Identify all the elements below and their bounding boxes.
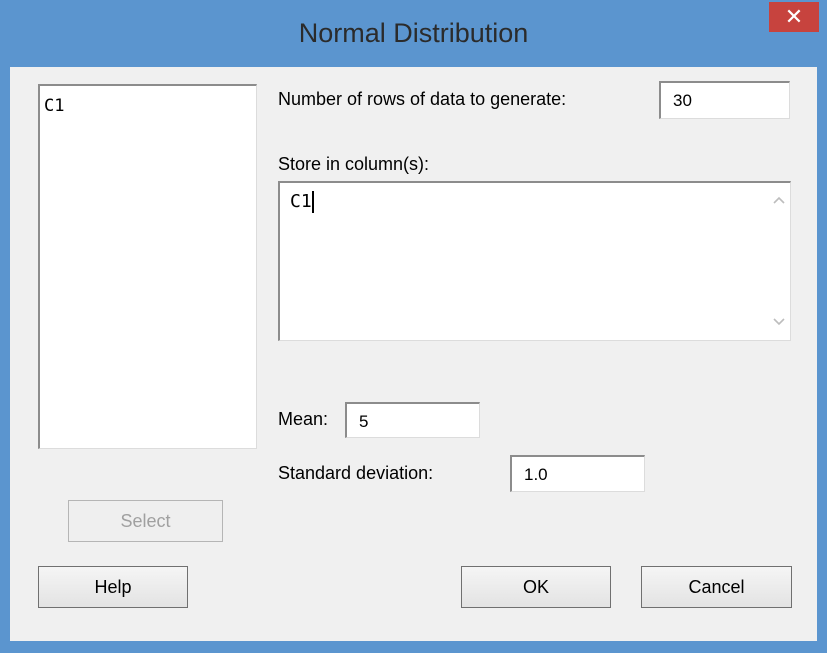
dialog-title: Normal Distribution <box>298 18 529 48</box>
rows-input[interactable]: 30 <box>659 81 790 119</box>
mean-input[interactable]: 5 <box>345 402 480 438</box>
close-button[interactable]: ✕ <box>769 2 819 32</box>
help-button[interactable]: Help <box>38 566 188 608</box>
title-bar[interactable]: Normal Distribution ✕ <box>0 0 827 67</box>
store-columns-input[interactable]: C1 <box>278 181 791 341</box>
dialog-body: C1 Number of rows of data to generate: 3… <box>10 67 817 641</box>
store-scrollbar[interactable] <box>768 183 790 340</box>
variable-list[interactable]: C1 <box>38 84 257 449</box>
chevron-down-icon[interactable] <box>768 311 790 333</box>
text-cursor <box>312 191 314 213</box>
stdev-input[interactable]: 1.0 <box>510 455 645 492</box>
store-columns-value: C1 <box>290 191 312 212</box>
store-label: Store in column(s): <box>278 154 430 174</box>
close-icon: ✕ <box>784 4 804 29</box>
chevron-up-icon[interactable] <box>768 189 790 211</box>
cancel-button[interactable]: Cancel <box>641 566 792 608</box>
normal-distribution-dialog: Normal Distribution ✕ C1 Number of rows … <box>0 0 827 653</box>
variable-item-c1[interactable]: C1 <box>44 96 64 116</box>
stdev-label: Standard deviation: <box>278 463 434 483</box>
rows-label: Number of rows of data to generate: <box>278 89 567 109</box>
select-button[interactable]: Select <box>68 500 223 542</box>
mean-label: Mean: <box>278 409 329 429</box>
ok-button[interactable]: OK <box>461 566 611 608</box>
